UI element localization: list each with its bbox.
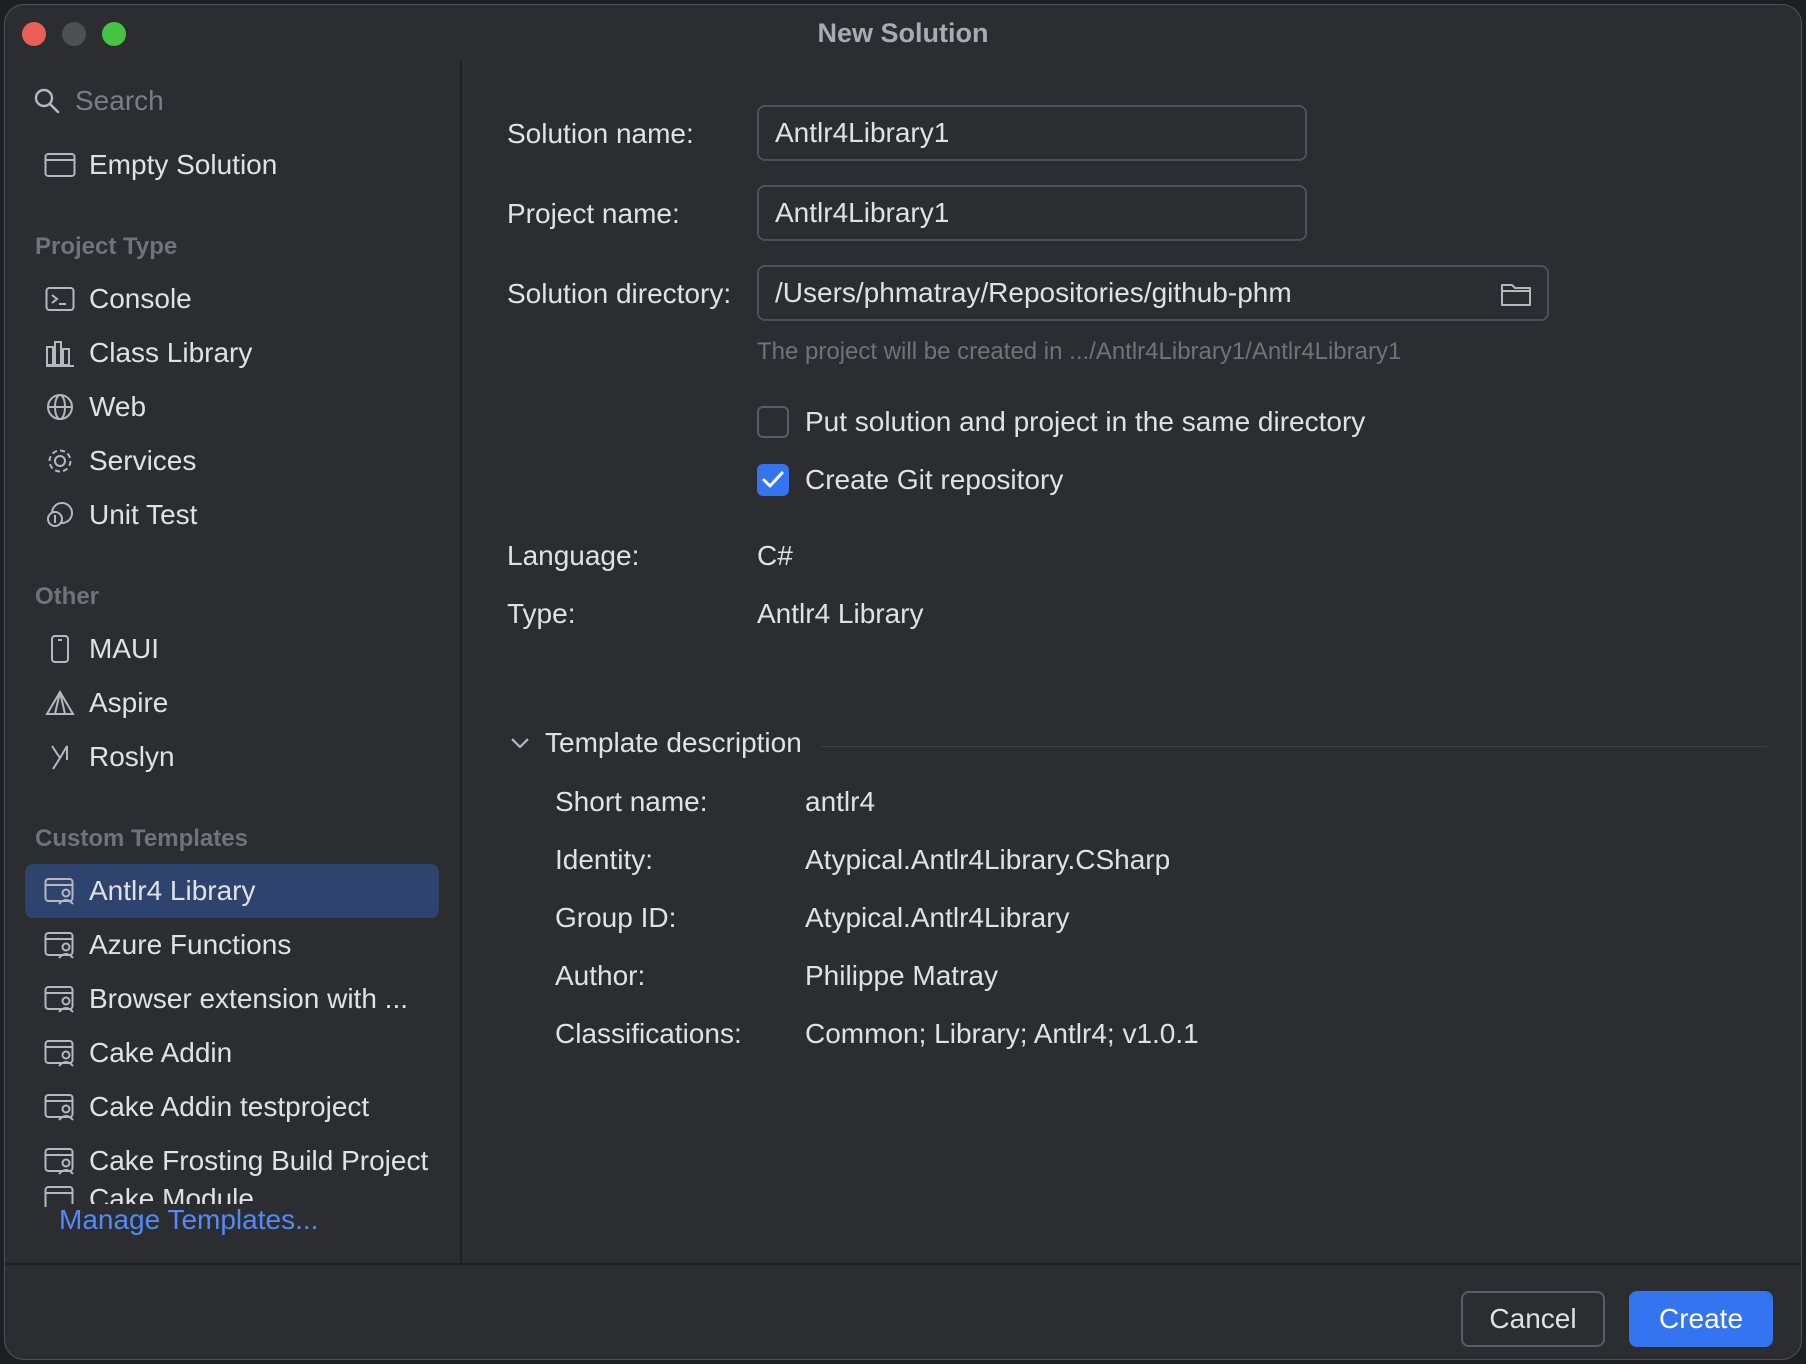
section-divider — [821, 746, 1767, 747]
sidebar-item-label: Browser extension with ... — [89, 983, 409, 1014]
same-directory-option[interactable]: Put solution and project in the same dir… — [757, 406, 1365, 438]
short-name-value: antlr4 — [805, 786, 876, 817]
sidebar-item-label: Antlr4 Library — [89, 875, 256, 906]
section-header-project-type: Project Type — [35, 233, 178, 260]
search-icon — [34, 88, 60, 114]
solution-name-field[interactable] — [757, 105, 1307, 161]
window-title: New Solution — [817, 18, 989, 48]
sidebar-item-label: Roslyn — [89, 741, 175, 772]
language-value: C# — [757, 540, 793, 571]
sidebar-item-label: Azure Functions — [89, 929, 292, 960]
search-input[interactable] — [75, 81, 435, 121]
sidebar-item-cake-addin-testproject[interactable]: Cake Addin testproject — [25, 1080, 439, 1134]
sidebar-item-unit-test[interactable]: Unit Test — [25, 488, 439, 542]
sidebar-item-class-library[interactable]: Class Library — [25, 326, 439, 380]
template-icon — [43, 1090, 77, 1124]
sidebar-item-services[interactable]: Services — [25, 434, 439, 488]
globe-icon — [43, 390, 77, 424]
solution-directory-label: Solution directory: — [507, 278, 732, 309]
roslyn-icon — [43, 740, 77, 774]
group-id-label: Group ID: — [555, 902, 677, 933]
gear-icon — [43, 444, 77, 478]
type-value: Antlr4 Library — [757, 598, 924, 629]
sidebar-item-console[interactable]: Console — [25, 272, 439, 326]
identity-label: Identity: — [555, 844, 654, 875]
empty-solution-icon — [43, 148, 77, 182]
sidebar-item-cake-module[interactable]: Cake Module — [25, 1171, 439, 1207]
checkmark-icon — [762, 471, 784, 488]
git-repository-option[interactable]: Create Git repository — [757, 464, 1063, 496]
sidebar-item-cake-addin[interactable]: Cake Addin — [25, 1026, 439, 1080]
title-bar: New Solution — [5, 5, 1801, 61]
create-button[interactable]: Create — [1629, 1291, 1773, 1347]
sidebar-item-label: Cake Addin — [89, 1037, 233, 1068]
sidebar-item-label: Class Library — [89, 337, 253, 368]
sidebar-item-roslyn[interactable]: Roslyn — [25, 730, 439, 784]
dialog-footer: Cancel Create — [5, 1263, 1801, 1359]
same-directory-checkbox[interactable] — [757, 406, 789, 438]
search-box — [25, 77, 455, 125]
git-repository-label: Create Git repository — [805, 464, 1064, 495]
project-location-hint: The project will be created in .../Antlr… — [757, 338, 1402, 365]
section-header-other: Other — [35, 583, 100, 610]
template-icon — [43, 928, 77, 962]
sidebar-item-aspire[interactable]: Aspire — [25, 676, 439, 730]
sidebar-item-maui[interactable]: MAUI — [25, 622, 439, 676]
same-directory-label: Put solution and project in the same dir… — [805, 406, 1366, 437]
sidebar-item-antlr4-library[interactable]: Antlr4 Library — [25, 864, 439, 918]
class-library-icon — [43, 336, 77, 370]
sidebar-item-label: Cake Addin testproject — [89, 1091, 370, 1122]
template-icon — [43, 982, 77, 1016]
author-value: Philippe Matray — [805, 960, 998, 991]
cancel-button[interactable]: Cancel — [1461, 1291, 1605, 1347]
unit-test-icon — [43, 498, 77, 532]
sidebar-item-empty-solution[interactable]: Empty Solution — [25, 138, 439, 192]
sidebar-item-label: Empty Solution — [89, 149, 278, 180]
template-icon — [43, 874, 77, 908]
language-label: Language: — [507, 540, 640, 571]
aspire-icon — [43, 686, 77, 720]
sidebar-item-web[interactable]: Web — [25, 380, 439, 434]
short-name-label: Short name: — [555, 786, 708, 817]
sidebar-item-label: Unit Test — [89, 499, 198, 530]
console-icon — [43, 282, 77, 316]
sidebar-item-label: Web — [89, 391, 147, 422]
template-description-toggle[interactable]: Template description — [509, 727, 802, 759]
project-name-field[interactable] — [757, 185, 1307, 241]
sidebar-item-label: Aspire — [89, 687, 169, 718]
manage-templates-link[interactable]: Manage Templates... — [59, 1204, 331, 1236]
group-id-value: Atypical.Antlr4Library — [805, 902, 1070, 933]
section-header-custom-templates: Custom Templates — [35, 825, 248, 852]
classifications-label: Classifications: — [555, 1018, 742, 1049]
git-repository-checkbox[interactable] — [757, 464, 789, 496]
classifications-value: Common; Library; Antlr4; v1.0.1 — [805, 1018, 1199, 1049]
author-label: Author: — [555, 960, 646, 991]
browse-folder-button[interactable] — [1499, 279, 1533, 313]
sidebar-item-browser-extension[interactable]: Browser extension with ... — [25, 972, 439, 1026]
project-name-label: Project name: — [507, 198, 680, 229]
template-description-header: Template description — [545, 727, 802, 758]
sidebar-item-azure-functions[interactable]: Azure Functions — [25, 918, 439, 972]
solution-name-label: Solution name: — [507, 118, 694, 149]
solution-directory-field[interactable] — [757, 265, 1549, 321]
phone-icon — [43, 632, 77, 666]
new-solution-dialog: New Solution Empty Solution Project Type… — [4, 4, 1802, 1360]
chevron-down-icon — [511, 738, 529, 749]
type-label: Type: — [507, 598, 576, 629]
template-icon — [43, 1036, 77, 1070]
sidebar-item-label: Services — [89, 445, 197, 476]
identity-value: Atypical.Antlr4Library.CSharp — [805, 844, 1171, 875]
folder-icon — [1501, 284, 1531, 306]
template-sidebar: Empty Solution Project Type Console Clas… — [5, 61, 462, 1263]
sidebar-item-label: Console — [89, 283, 192, 314]
sidebar-item-label: MAUI — [89, 633, 159, 664]
